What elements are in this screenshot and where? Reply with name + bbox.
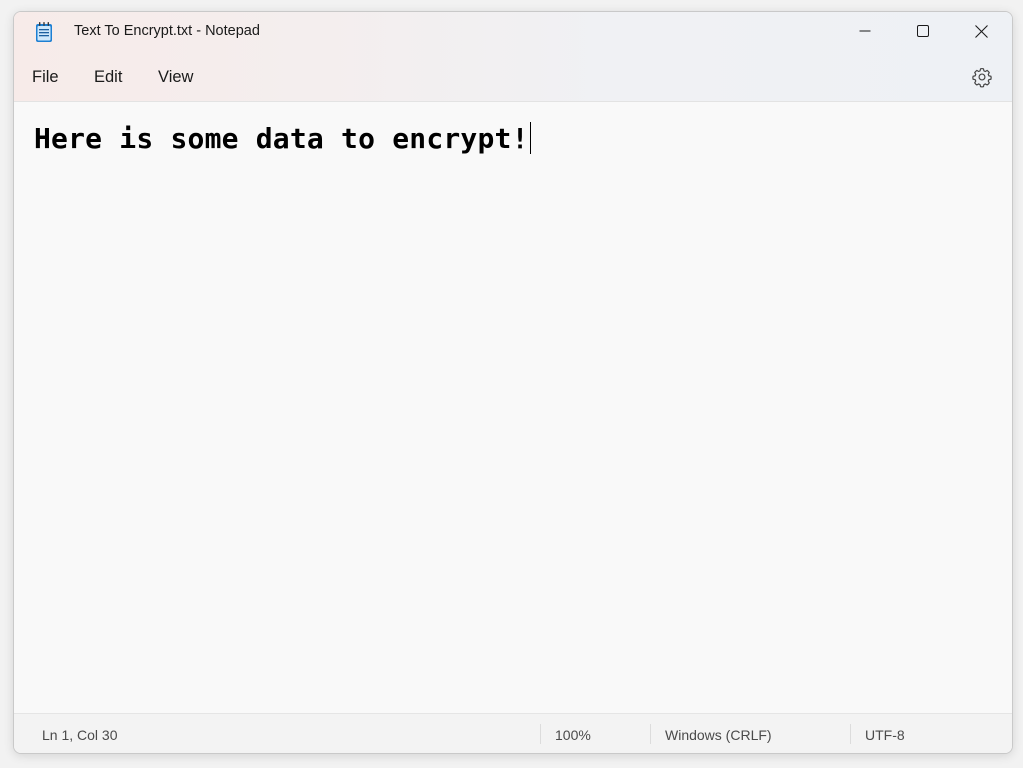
status-zoom[interactable]: 100% <box>555 727 591 743</box>
window-title: Text To Encrypt.txt - Notepad <box>74 23 260 39</box>
status-line-ending[interactable]: Windows (CRLF) <box>665 727 772 743</box>
gear-icon <box>971 67 993 92</box>
close-icon <box>974 24 988 38</box>
text-caret <box>529 122 532 154</box>
status-bar: Ln 1, Col 30 100% Windows (CRLF) UTF-8 <box>14 713 1012 753</box>
menu-file[interactable]: File <box>32 68 59 87</box>
menu-bar: File Edit View <box>14 56 1012 100</box>
status-divider <box>540 724 541 744</box>
editor-content-line[interactable]: Here is some data to encrypt! <box>34 122 532 156</box>
status-encoding[interactable]: UTF-8 <box>865 727 905 743</box>
notepad-window: Text To Encrypt.txt - Notepad File Edit … <box>13 11 1013 754</box>
close-button[interactable] <box>952 12 1010 50</box>
menu-edit[interactable]: Edit <box>94 68 122 87</box>
status-divider <box>850 724 851 744</box>
window-chrome: Text To Encrypt.txt - Notepad File Edit … <box>14 12 1012 102</box>
editor-text: Here is some data to encrypt! <box>34 122 529 155</box>
maximize-icon <box>917 25 929 37</box>
status-divider <box>650 724 651 744</box>
minimize-icon <box>859 25 871 37</box>
minimize-button[interactable] <box>836 12 894 50</box>
menu-view[interactable]: View <box>158 68 193 87</box>
title-bar[interactable]: Text To Encrypt.txt - Notepad <box>14 12 1012 52</box>
notepad-icon <box>35 21 53 43</box>
text-editor[interactable]: Here is some data to encrypt! <box>14 102 1012 712</box>
maximize-button[interactable] <box>894 12 952 50</box>
status-cursor-position[interactable]: Ln 1, Col 30 <box>42 727 118 743</box>
settings-button[interactable] <box>971 66 993 88</box>
